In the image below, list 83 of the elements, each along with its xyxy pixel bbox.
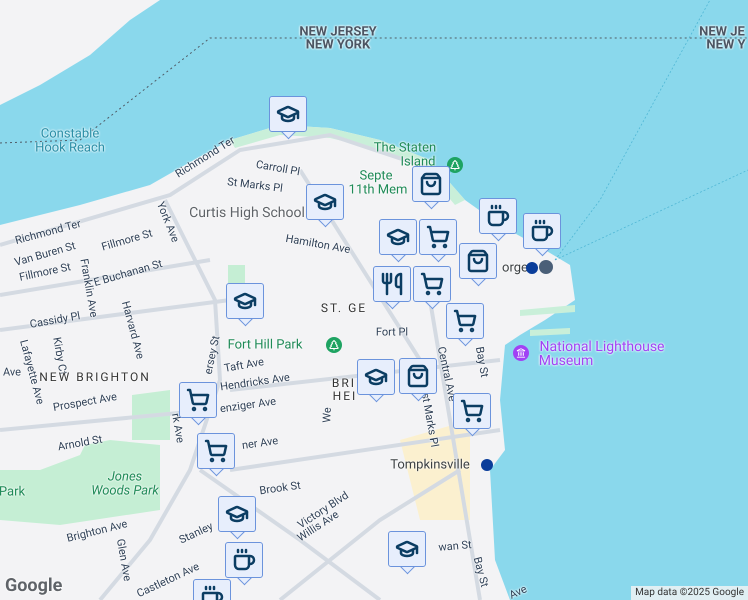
shopping-cart-icon <box>186 388 210 412</box>
street-label: Prospect Ave <box>52 390 118 414</box>
street-label: Taft Ave <box>223 356 265 374</box>
park-label: 11th Mem <box>348 184 408 196</box>
street-label: Glen Ave <box>114 538 134 582</box>
map-marker[interactable] <box>419 219 457 263</box>
street-label: Ave <box>508 583 528 600</box>
state-label: NEW JE <box>699 26 745 38</box>
map-marker[interactable] <box>388 531 426 575</box>
street-label: Harvard Ave <box>120 300 146 360</box>
park-label: Park <box>0 486 26 498</box>
neighborhood-label: BRI <box>332 377 356 389</box>
shopping-cart-icon <box>453 309 477 333</box>
street-label: Carroll Pl <box>255 158 301 178</box>
street-label: Ave <box>3 366 21 378</box>
map-marker[interactable] <box>373 266 411 310</box>
map-marker[interactable] <box>379 219 417 263</box>
map-marker[interactable] <box>459 243 497 287</box>
street-label: Brook St <box>258 480 302 496</box>
coffee-cup-icon <box>486 204 510 228</box>
street-label: ersey St <box>202 334 222 376</box>
street-label: York Ave <box>154 200 182 244</box>
museum-label: National Lighthouse <box>540 340 664 354</box>
station-label: orge <box>502 262 528 274</box>
google-logo: Google <box>5 577 62 595</box>
transit-icon <box>526 262 538 274</box>
coffee-cup-icon <box>530 219 554 243</box>
park-label: The Staten <box>374 142 436 154</box>
place-label: Curtis High School <box>189 206 305 220</box>
coffee-cup-icon <box>232 548 256 572</box>
park-label: Jones <box>108 470 142 484</box>
park-label: Fort Hill Park <box>228 338 302 352</box>
water-label: Constable <box>40 128 100 140</box>
street-label: Fillmore St <box>100 228 154 252</box>
map-marker[interactable] <box>197 433 235 477</box>
map-marker[interactable] <box>479 198 517 242</box>
map-marker[interactable] <box>413 266 451 310</box>
street-label: Cassidy Pl <box>28 310 82 330</box>
shopping-cart-icon <box>460 399 484 423</box>
map-marker[interactable] <box>179 382 217 426</box>
street-label: ner Ave <box>241 435 279 451</box>
fork-knife-icon <box>380 272 404 296</box>
map-marker[interactable] <box>357 359 395 403</box>
street-label: Bay St <box>472 556 490 588</box>
shopping-cart-icon <box>426 225 450 249</box>
street-label: St Marks Pl <box>226 176 284 194</box>
map-marker[interactable] <box>306 184 344 228</box>
museum-label: Museum <box>538 354 594 368</box>
neighborhood-label: ST. GE <box>320 302 368 314</box>
map-marker[interactable] <box>446 303 484 347</box>
map-marker[interactable] <box>453 393 491 437</box>
shopping-cart-icon <box>420 272 444 296</box>
street-label: We <box>321 407 333 423</box>
street-label: Bay St <box>474 346 490 378</box>
neighborhood-label: HEI <box>332 390 358 402</box>
park-label: Island <box>400 156 436 168</box>
street-label: wan St <box>438 539 472 553</box>
map-marker[interactable] <box>412 166 450 210</box>
park-label: Septe <box>359 170 393 182</box>
park-label: Woods Park <box>91 484 159 498</box>
water-label: Hook Reach <box>35 142 105 154</box>
map-marker[interactable] <box>226 283 264 327</box>
shopping-cart-icon <box>204 439 228 463</box>
map-attribution: Map data ©2025 Google <box>631 586 748 600</box>
station-label: Tompkinsville <box>390 458 470 472</box>
state-label: NEW JERSEY <box>299 26 377 38</box>
state-label: NEW Y <box>706 38 746 52</box>
map-marker[interactable] <box>218 496 256 540</box>
shopping-bag-icon <box>406 364 430 388</box>
shopping-bag-icon <box>419 172 443 196</box>
street-label: rk Ave <box>170 412 186 444</box>
state-label: NEW YORK <box>306 38 370 52</box>
shopping-bag-icon <box>466 249 490 273</box>
street-label: Fort Pl <box>376 326 408 338</box>
street-label: Hamilton Ave <box>284 232 352 256</box>
map-marker[interactable] <box>225 542 263 586</box>
map-marker[interactable] <box>269 96 307 140</box>
street-label: Arnold St <box>56 434 104 452</box>
street-label: E Buchanan St <box>92 258 164 288</box>
map-marker[interactable] <box>399 358 437 402</box>
street-label: Hendricks Ave <box>220 372 290 392</box>
map-marker[interactable] <box>523 213 561 257</box>
street-label: enziger Ave <box>219 396 277 414</box>
